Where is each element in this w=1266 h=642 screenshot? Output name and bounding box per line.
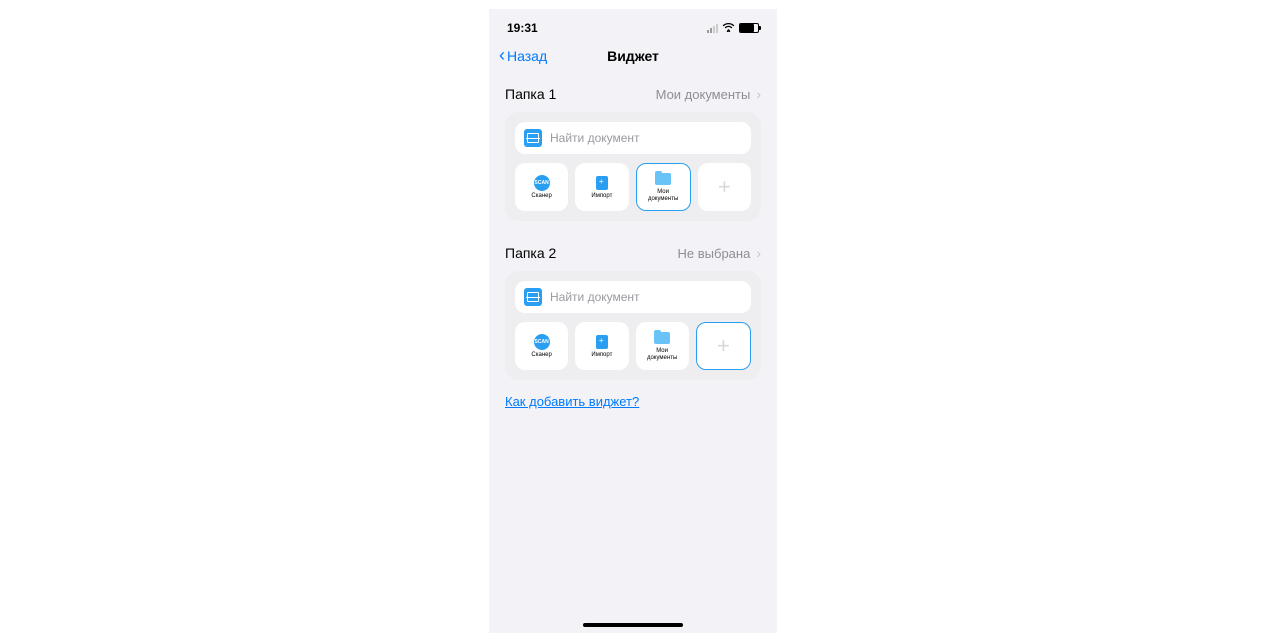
- import-tile[interactable]: Импорт: [575, 163, 628, 211]
- tile-row: SCAN Сканер Импорт Моидокументы +: [515, 163, 751, 211]
- folder-2-label: Папка 2: [505, 245, 556, 261]
- chevron-left-icon: ‹: [499, 45, 505, 66]
- folder-2-header[interactable]: Папка 2 Не выбрана ›: [489, 221, 777, 271]
- scanner-label: Сканер: [531, 352, 551, 359]
- status-time: 19:31: [507, 21, 538, 35]
- scanner-label: Сканер: [531, 193, 551, 200]
- chevron-right-icon: ›: [756, 245, 761, 261]
- documents-label: Моидокументы: [647, 348, 677, 361]
- import-label: Импорт: [591, 193, 612, 200]
- documents-tile[interactable]: Моидокументы: [636, 163, 691, 211]
- back-button[interactable]: ‹ Назад: [499, 45, 547, 66]
- help-link[interactable]: Как добавить виджет?: [505, 394, 639, 409]
- signal-icon: [707, 24, 718, 33]
- folder-2-value: Не выбрана ›: [678, 245, 761, 261]
- plus-icon: +: [717, 333, 730, 359]
- import-label: Импорт: [591, 352, 612, 359]
- scanner-tile[interactable]: SCAN Сканер: [515, 163, 568, 211]
- widget-preview-2: Найти документ SCAN Сканер Импорт Моидок…: [505, 271, 761, 380]
- home-indicator[interactable]: [583, 623, 683, 627]
- search-box[interactable]: Найти документ: [515, 281, 751, 313]
- scan-circle-icon: SCAN: [534, 175, 550, 191]
- back-label: Назад: [507, 48, 547, 64]
- wifi-icon: [722, 22, 735, 35]
- tile-row: SCAN Сканер Импорт Моидокументы +: [515, 322, 751, 370]
- add-tile[interactable]: +: [698, 163, 751, 211]
- search-placeholder: Найти документ: [550, 131, 640, 145]
- import-icon: [594, 334, 610, 350]
- folder-1-header[interactable]: Папка 1 Мои документы ›: [489, 72, 777, 112]
- status-bar: 19:31: [489, 9, 777, 39]
- scanner-tile[interactable]: SCAN Сканер: [515, 322, 568, 370]
- phone-screen: 19:31 ‹ Назад Виджет Папка 1 Мои докумен…: [489, 9, 777, 633]
- scanner-icon: [524, 288, 542, 306]
- folder-icon: [654, 330, 670, 346]
- folder-1-value: Мои документы ›: [656, 86, 761, 102]
- search-placeholder: Найти документ: [550, 290, 640, 304]
- add-tile[interactable]: +: [696, 322, 751, 370]
- scanner-icon: [524, 129, 542, 147]
- documents-tile[interactable]: Моидокументы: [636, 322, 689, 370]
- page-title: Виджет: [607, 48, 659, 64]
- nav-bar: ‹ Назад Виджет: [489, 39, 777, 72]
- search-box[interactable]: Найти документ: [515, 122, 751, 154]
- status-indicators: [707, 22, 759, 35]
- folder-1-label: Папка 1: [505, 86, 556, 102]
- widget-preview-1: Найти документ SCAN Сканер Импорт Моидок…: [505, 112, 761, 221]
- battery-icon: [739, 23, 759, 33]
- plus-icon: +: [718, 174, 731, 200]
- scan-circle-icon: SCAN: [534, 334, 550, 350]
- documents-label: Моидокументы: [648, 189, 678, 202]
- chevron-right-icon: ›: [756, 86, 761, 102]
- import-icon: [594, 175, 610, 191]
- import-tile[interactable]: Импорт: [575, 322, 628, 370]
- folder-icon: [655, 171, 671, 187]
